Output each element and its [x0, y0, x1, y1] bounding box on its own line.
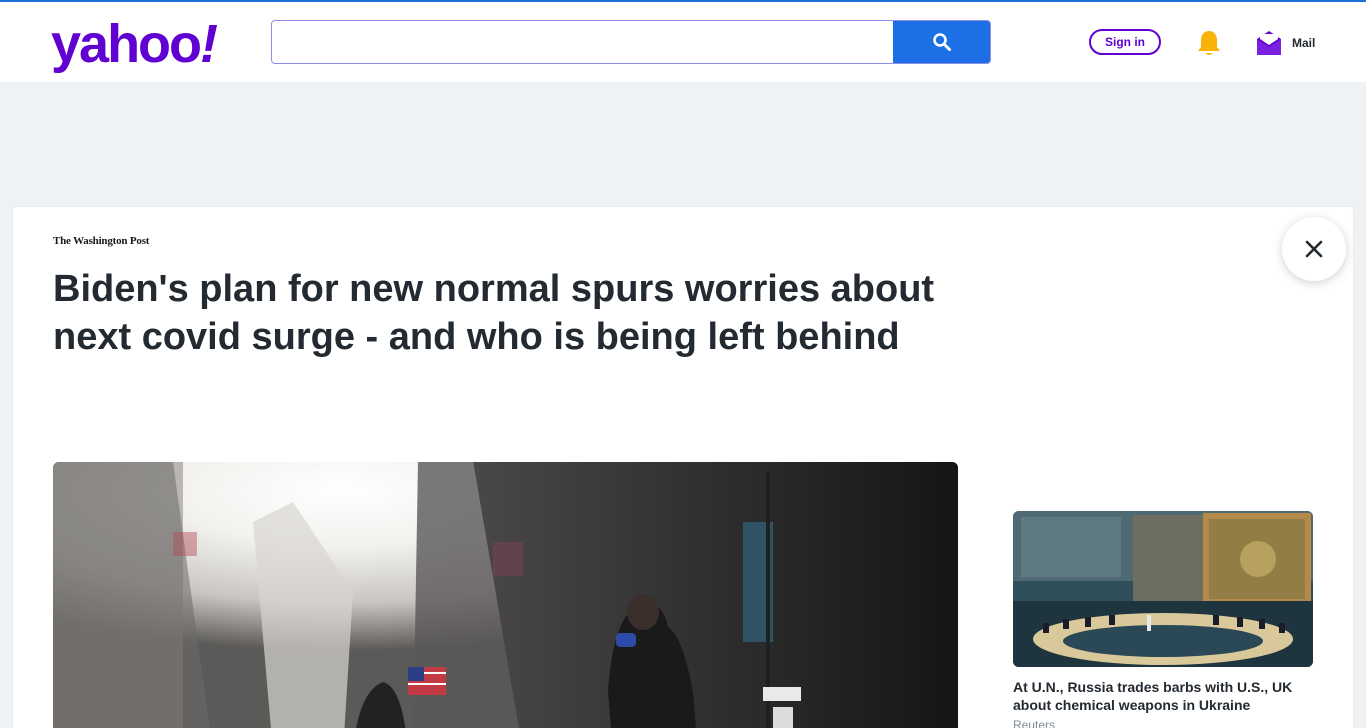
mail-icon [1257, 31, 1281, 55]
related-story[interactable]: At U.N., Russia trades barbs with U.S., … [1013, 511, 1313, 728]
publisher-logo[interactable]: The Washington Post [53, 235, 149, 247]
search-bar [271, 20, 991, 64]
related-story-source: Reuters [1013, 718, 1056, 728]
street-scene-photo [53, 462, 958, 728]
close-article-button[interactable] [1282, 217, 1346, 281]
article-headline: Biden's plan for new normal spurs worrie… [53, 268, 935, 358]
logo-mark: ! [200, 14, 218, 74]
mail-label: Mail [1292, 36, 1316, 50]
article-card: The Washington Post Biden's plan for new… [13, 207, 1353, 728]
bell-icon[interactable] [1195, 28, 1223, 58]
article-hero-image [53, 462, 958, 728]
yahoo-logo[interactable]: yahoo! [51, 14, 218, 74]
logo-text: yahoo [51, 14, 202, 74]
search-button[interactable] [893, 21, 990, 63]
search-input[interactable] [272, 21, 893, 63]
mail-link[interactable]: Mail [1256, 28, 1315, 58]
search-icon [932, 33, 951, 51]
related-story-title[interactable]: At U.N., Russia trades barbs with U.S., … [1013, 678, 1313, 714]
related-story-thumbnail[interactable] [1013, 511, 1313, 667]
sign-in-button[interactable]: Sign in [1089, 29, 1161, 55]
close-icon [1305, 240, 1323, 258]
security-council-photo [1013, 511, 1313, 667]
site-header: yahoo! Sign in Mail [0, 2, 1366, 82]
